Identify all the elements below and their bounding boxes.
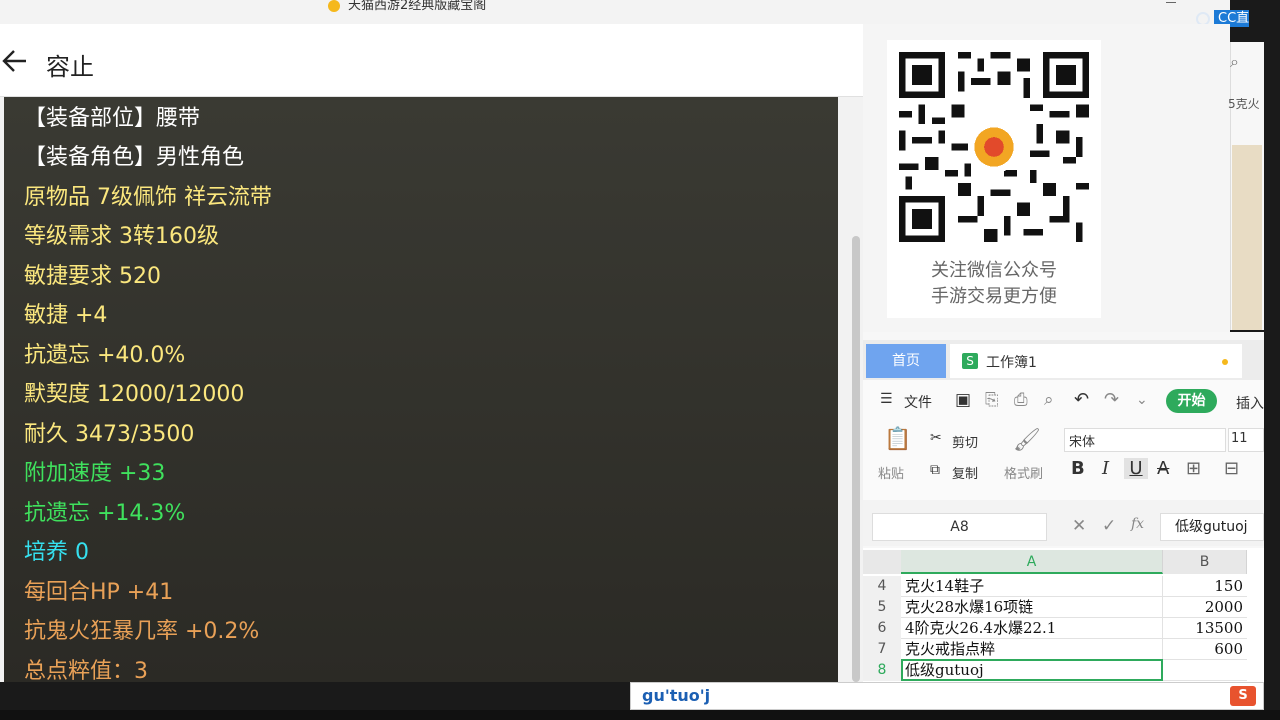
stat-line: 每回合HP +41: [24, 580, 174, 605]
select-all-corner[interactable]: [863, 550, 901, 574]
bold-icon[interactable]: B: [1071, 458, 1085, 479]
borders-icon[interactable]: ⊞: [1186, 458, 1201, 479]
bottom-edge: [0, 710, 1280, 720]
item-header: [0, 24, 863, 97]
ime-logo-icon[interactable]: S: [1230, 686, 1256, 706]
sheet-doc-icon: S: [962, 353, 978, 369]
qr-caption-2: 手游交易更方便: [931, 286, 1057, 307]
ime-composition-bar: [630, 682, 1264, 710]
confirm-icon[interactable]: ✓: [1102, 516, 1116, 536]
tab-home[interactable]: 首页: [866, 344, 946, 378]
ribbon-tab-insert[interactable]: 插入: [1236, 393, 1264, 413]
stat-line: 抗遗忘 +40.0%: [24, 343, 186, 368]
back-arrow-icon[interactable]: [0, 46, 30, 76]
ribbon-tab-start[interactable]: 开始: [1166, 389, 1217, 413]
row-number[interactable]: 4: [863, 576, 901, 597]
scissors-icon[interactable]: ✂: [930, 430, 942, 446]
cell-b[interactable]: 600: [1163, 639, 1247, 660]
row-number[interactable]: 6: [863, 618, 901, 639]
minimize-icon[interactable]: [1166, 2, 1176, 3]
qr-caption-1: 关注微信公众号: [931, 260, 1057, 281]
qr-code-icon: [899, 52, 1089, 242]
stat-line: 默契度 12000/12000: [24, 382, 245, 407]
window-title-bar: 天猫西游2经典版藏宝阁: [0, 0, 1230, 24]
selected-cell-outline: [901, 659, 1163, 681]
font-family-value: 宋体: [1069, 435, 1096, 450]
strikethrough-icon[interactable]: A: [1157, 458, 1169, 479]
copy-button[interactable]: 复制: [952, 463, 978, 482]
formula-input[interactable]: 低级gutuoj: [1160, 513, 1264, 541]
cell-a[interactable]: 4阶克火26.4水爆22.1: [901, 618, 1163, 639]
name-box[interactable]: A8: [872, 513, 1047, 541]
file-menu[interactable]: 文件: [904, 392, 932, 412]
scrollbar[interactable]: [852, 236, 860, 682]
stat-line: 培养 0: [24, 540, 89, 565]
cell-b[interactable]: [1163, 660, 1247, 681]
ime-composition-text: gu'tuo'j: [642, 686, 711, 705]
column-header-a[interactable]: A: [901, 550, 1163, 574]
stat-line: 总点粹值：3: [24, 659, 148, 684]
search-icon[interactable]: ⌕: [1230, 52, 1239, 72]
format-painter-icon[interactable]: 🖌: [1013, 428, 1041, 453]
undo-icon[interactable]: ↶: [1074, 389, 1089, 410]
background-panel: [1232, 145, 1262, 330]
stat-line: 敏捷 +4: [24, 303, 108, 328]
fill-color-icon[interactable]: ⊟: [1224, 458, 1239, 479]
font-size-value: 11: [1231, 431, 1248, 446]
cancel-icon[interactable]: ✕: [1072, 516, 1086, 536]
function-icon[interactable]: fx: [1131, 516, 1144, 532]
stat-line: 【装备部位】腰带: [24, 106, 201, 131]
copy-icon[interactable]: ⧉: [930, 462, 940, 478]
font-family-select[interactable]: 宋体: [1064, 428, 1226, 452]
menu-icon[interactable]: ☰: [880, 391, 893, 407]
cut-button[interactable]: 剪切: [952, 432, 978, 451]
unsaved-dot-icon: [1222, 359, 1228, 365]
app-logo-icon: [328, 0, 340, 12]
paste-icon[interactable]: 📋: [884, 427, 911, 452]
column-header-b[interactable]: B: [1163, 550, 1247, 574]
stat-line: 耐久 3473/3500: [24, 422, 195, 447]
cell-b[interactable]: 13500: [1163, 618, 1247, 639]
workbook-name: 工作簿1: [986, 355, 1037, 371]
export-icon[interactable]: ⎘: [985, 390, 999, 410]
stat-line: 附加速度 +33: [24, 461, 166, 486]
print-icon[interactable]: ⎙: [1014, 390, 1028, 410]
stat-line: 原物品 7级佩饰 祥云流带: [24, 185, 272, 210]
paste-label[interactable]: 粘贴: [878, 463, 904, 482]
background-text: 5克火: [1228, 97, 1260, 111]
cell-b[interactable]: 2000: [1163, 597, 1247, 618]
save-icon[interactable]: ▣: [955, 390, 971, 410]
row-number[interactable]: 7: [863, 639, 901, 660]
stat-line: 等级需求 3转160级: [24, 224, 219, 249]
underline-icon[interactable]: U: [1124, 458, 1148, 479]
row-number[interactable]: 5: [863, 597, 901, 618]
cell-b[interactable]: 150: [1163, 576, 1247, 597]
cell-a[interactable]: 克火14鞋子: [901, 576, 1163, 597]
stat-line: 【装备角色】男性角色: [24, 145, 245, 170]
preview-icon[interactable]: ⌕: [1044, 390, 1054, 410]
cell-a[interactable]: 克火戒指点粹: [901, 639, 1163, 660]
redo-icon[interactable]: ↷: [1104, 389, 1119, 410]
row-number[interactable]: 8: [863, 660, 901, 681]
format-painter-button[interactable]: 格式刷: [1004, 463, 1043, 482]
chevron-down-icon[interactable]: ⌄: [1136, 392, 1148, 408]
cell-a[interactable]: 克火28水爆16项链: [901, 597, 1163, 618]
item-stats-panel: 【装备部位】腰带 【装备角色】男性角色 原物品 7级佩饰 祥云流带 等级需求 3…: [4, 97, 838, 684]
item-title: 容止: [46, 53, 94, 81]
italic-icon[interactable]: I: [1102, 458, 1109, 479]
font-size-select[interactable]: 11: [1228, 428, 1264, 452]
window-title: 天猫西游2经典版藏宝阁: [328, 0, 486, 13]
stat-line: 抗鬼火狂暴几率 +0.2%: [24, 619, 260, 644]
stat-line: 敏捷要求 520: [24, 264, 161, 289]
stat-line: 抗遗忘 +14.3%: [24, 501, 186, 526]
